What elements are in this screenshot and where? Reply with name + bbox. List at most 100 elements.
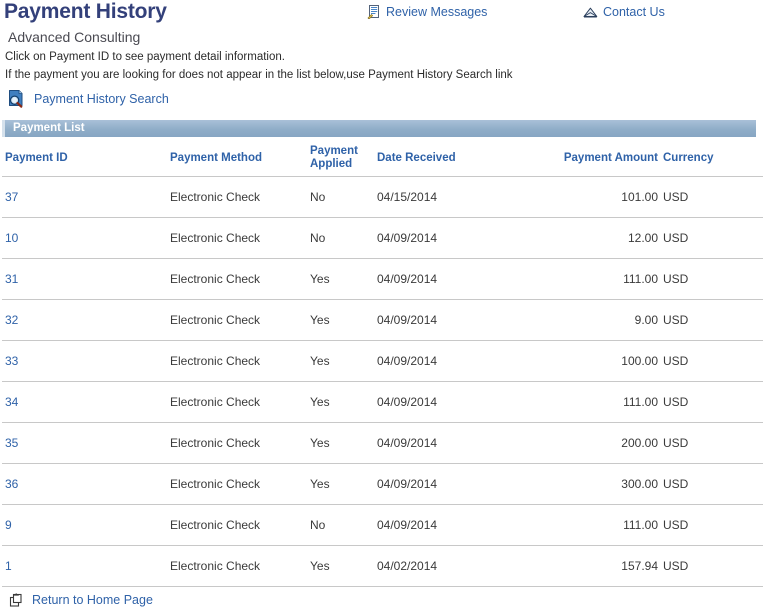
cell-date-received: 04/09/2014 [377, 504, 532, 546]
cell-payment-applied: No [310, 504, 377, 546]
table-header: Payment ID Payment Method Payment Applie… [2, 140, 763, 177]
payment-id-link[interactable]: 34 [5, 395, 18, 409]
cell-date-received: 04/09/2014 [377, 340, 532, 382]
payment-id-link[interactable]: 32 [5, 313, 18, 327]
cell-currency: USD [658, 422, 763, 464]
column-header-payment-applied-line2: Applied [310, 158, 353, 170]
payment-id-link[interactable]: 33 [5, 354, 18, 368]
column-header-date-received: Date Received [377, 140, 532, 177]
cell-payment-method: Electronic Check [170, 258, 310, 300]
cell-payment-id: 37 [2, 176, 170, 218]
table-row: 10 Electronic Check No 04/09/2014 12.00 USD [2, 217, 763, 259]
contact-us-link[interactable]: Contact Us [583, 5, 665, 19]
instruction-text-1: Click on Payment ID to see payment detai… [5, 51, 285, 63]
cell-payment-id: 35 [2, 422, 170, 464]
column-header-payment-applied-line1: Payment [310, 144, 358, 157]
cell-payment-applied: Yes [310, 340, 377, 382]
cell-payment-id: 9 [2, 504, 170, 546]
column-header-payment-amount: Payment Amount [532, 140, 658, 177]
table-row: 37 Electronic Check No 04/15/2014 101.00 USD [2, 176, 763, 218]
cell-payment-applied: Yes [310, 258, 377, 300]
return-to-home-page-link[interactable]: Return to Home Page [8, 592, 153, 608]
cell-date-received: 04/15/2014 [377, 176, 532, 218]
cell-currency: USD [658, 258, 763, 300]
column-header-payment-method: Payment Method [170, 140, 310, 177]
cell-currency: USD [658, 340, 763, 382]
cell-payment-applied: No [310, 217, 377, 259]
payment-history-search-label: Payment History Search [34, 91, 169, 106]
payment-id-link[interactable]: 1 [5, 559, 12, 573]
table-row: 35 Electronic Check Yes 04/09/2014 200.00 USD [2, 422, 763, 464]
cell-payment-id: 31 [2, 258, 170, 300]
cell-payment-method: Electronic Check [170, 504, 310, 546]
payment-list-title: Payment List [13, 122, 85, 134]
note-pencil-icon [367, 5, 381, 20]
home-return-icon [8, 592, 24, 608]
cell-date-received: 04/09/2014 [377, 217, 532, 259]
review-messages-link[interactable]: Review Messages [367, 5, 488, 20]
cell-currency: USD [658, 299, 763, 341]
table-row: 34 Electronic Check Yes 04/09/2014 111.00 USD [2, 381, 763, 423]
cell-date-received: 04/02/2014 [377, 545, 532, 587]
cell-payment-method: Electronic Check [170, 381, 310, 423]
cell-payment-amount: 111.00 [532, 258, 658, 300]
cell-currency: USD [658, 217, 763, 259]
page-header: Payment History Advanced Consulting Clic… [0, 0, 763, 118]
cell-payment-amount: 300.00 [532, 463, 658, 505]
table-row: 1 Electronic Check Yes 04/02/2014 157.94 USD [2, 545, 763, 587]
review-messages-label: Review Messages [386, 5, 488, 19]
payment-id-link[interactable]: 31 [5, 272, 18, 286]
cell-payment-amount: 12.00 [532, 217, 658, 259]
cell-payment-applied: No [310, 176, 377, 218]
cell-payment-id: 1 [2, 545, 170, 587]
cell-payment-applied: Yes [310, 422, 377, 464]
cell-payment-amount: 111.00 [532, 504, 658, 546]
cell-payment-amount: 111.00 [532, 381, 658, 423]
cell-payment-method: Electronic Check [170, 422, 310, 464]
cell-payment-method: Electronic Check [170, 463, 310, 505]
cell-date-received: 04/09/2014 [377, 381, 532, 423]
table-row: 32 Electronic Check Yes 04/09/2014 9.00 USD [2, 299, 763, 341]
cell-currency: USD [658, 176, 763, 218]
payment-history-search-link[interactable]: Payment History Search [7, 89, 169, 108]
cell-payment-applied: Yes [310, 463, 377, 505]
cell-date-received: 04/09/2014 [377, 258, 532, 300]
cell-payment-method: Electronic Check [170, 299, 310, 341]
payment-id-link[interactable]: 36 [5, 477, 18, 491]
return-to-home-page-label: Return to Home Page [32, 593, 153, 607]
cell-payment-id: 10 [2, 217, 170, 259]
cell-date-received: 04/09/2014 [377, 422, 532, 464]
cell-currency: USD [658, 381, 763, 423]
column-header-payment-applied: Payment Applied [310, 140, 377, 177]
cell-payment-id: 32 [2, 299, 170, 341]
table-row: 9 Electronic Check No 04/09/2014 111.00 USD [2, 504, 763, 546]
cell-payment-amount: 101.00 [532, 176, 658, 218]
cell-payment-method: Electronic Check [170, 176, 310, 218]
cell-payment-amount: 200.00 [532, 422, 658, 464]
cell-currency: USD [658, 504, 763, 546]
cell-payment-id: 36 [2, 463, 170, 505]
instruction-text-2: If the payment you are looking for does … [5, 69, 513, 81]
cell-payment-method: Electronic Check [170, 545, 310, 587]
contact-us-label: Contact Us [603, 5, 665, 19]
payment-list-section-header: Payment List [2, 120, 756, 137]
column-header-currency: Currency [658, 140, 763, 177]
cell-payment-applied: Yes [310, 545, 377, 587]
table-row: 36 Electronic Check Yes 04/09/2014 300.00 USD [2, 463, 763, 505]
cell-currency: USD [658, 463, 763, 505]
payment-id-link[interactable]: 35 [5, 436, 18, 450]
table-header-row: Payment ID Payment Method Payment Applie… [2, 140, 763, 177]
cell-payment-method: Electronic Check [170, 217, 310, 259]
cell-payment-id: 33 [2, 340, 170, 382]
payment-id-link[interactable]: 37 [5, 190, 18, 204]
table-row: 31 Electronic Check Yes 04/09/2014 111.00 USD [2, 258, 763, 300]
payment-id-link[interactable]: 10 [5, 231, 18, 245]
payment-id-link[interactable]: 9 [5, 518, 12, 532]
cell-payment-amount: 157.94 [532, 545, 658, 587]
cell-date-received: 04/09/2014 [377, 463, 532, 505]
payment-list-table: Payment ID Payment Method Payment Applie… [2, 140, 763, 587]
cell-currency: USD [658, 545, 763, 587]
column-header-payment-id: Payment ID [2, 140, 170, 177]
cell-payment-applied: Yes [310, 381, 377, 423]
cell-payment-amount: 9.00 [532, 299, 658, 341]
